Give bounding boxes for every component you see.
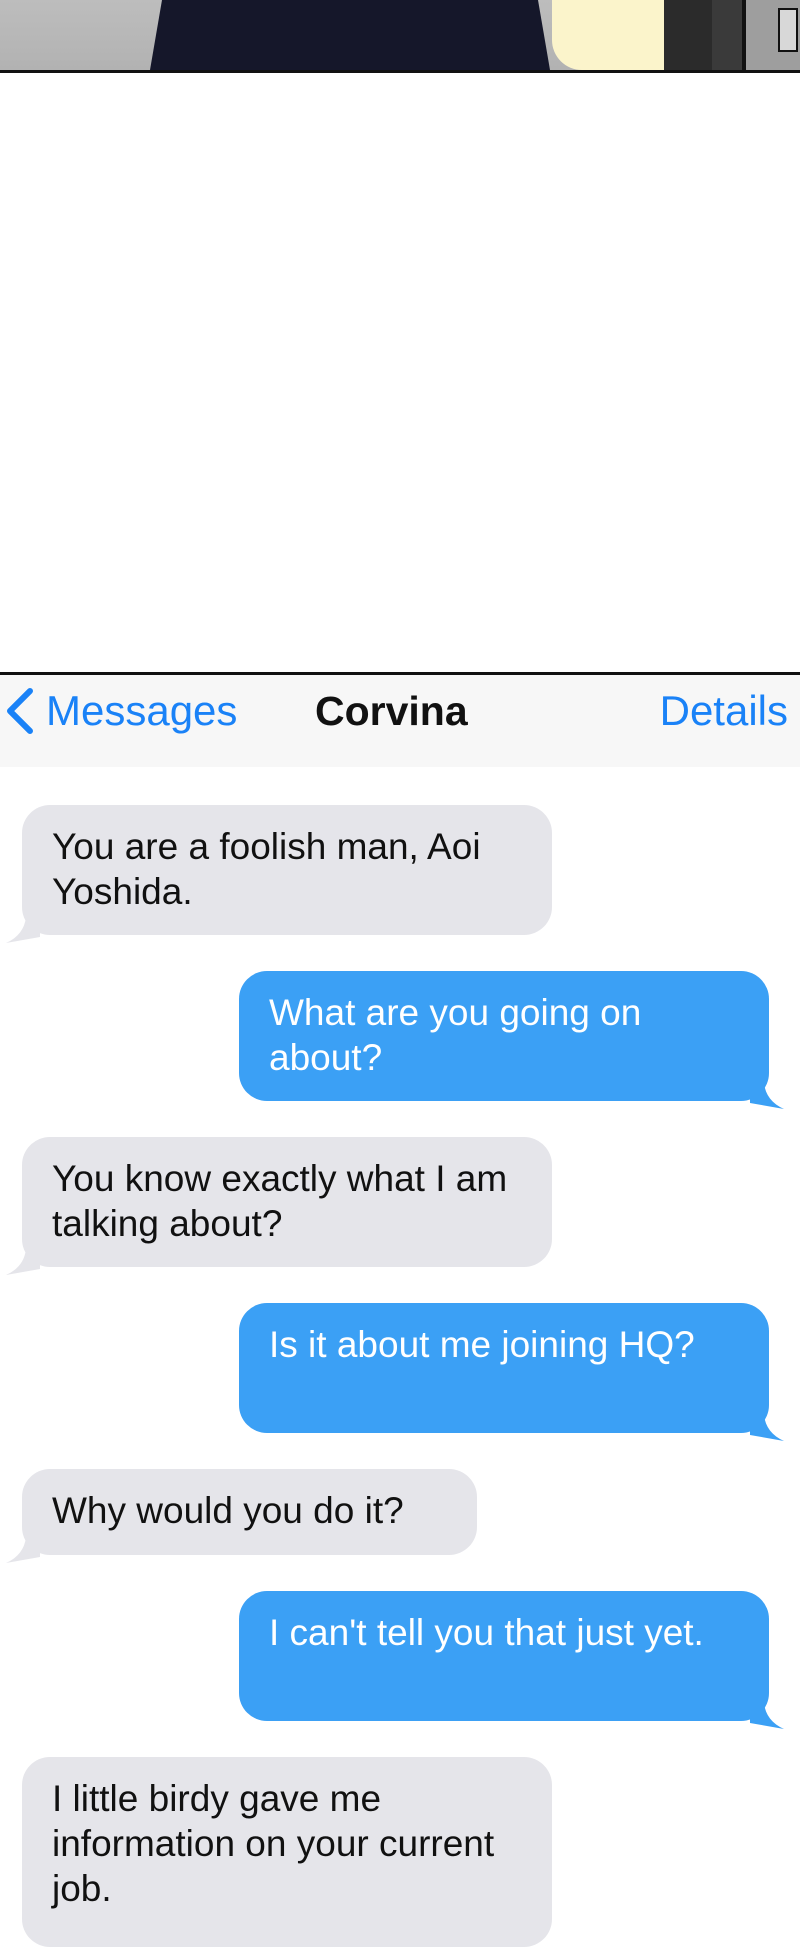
message-text: I can't tell you that just yet. [269,1612,704,1653]
message-bubble-incoming: I little birdy gave me information on yo… [22,1757,552,1947]
chevron-left-icon [7,688,33,734]
device-prop [778,8,798,52]
details-button[interactable]: Details [660,685,788,737]
bubble-tail [750,1415,784,1441]
chat-screen: Messages Corvina Details You are a fooli… [0,672,800,1947]
panel-shadow [664,0,712,70]
bubble-tail [750,1083,784,1109]
bubble-tail [6,1537,40,1563]
back-button-label: Messages [46,687,238,734]
back-button[interactable]: Messages [0,685,237,737]
character-hand [552,0,664,70]
comic-panel-illustration [0,0,800,73]
bubble-tail [750,1703,784,1729]
message-bubble-outgoing: What are you going on about? [239,971,769,1101]
message-text: You are a foolish man, Aoi Yoshida. [52,826,481,912]
message-bubble-incoming: You know exactly what I am talking about… [22,1137,552,1267]
message-bubble-outgoing: Is it about me joining HQ? [239,1303,769,1433]
message-text: Is it about me joining HQ? [269,1324,695,1365]
message-bubble-incoming: Why would you do it? [22,1469,477,1555]
panel-shadow-2 [712,0,742,70]
bubble-tail [6,1249,40,1275]
chat-navbar: Messages Corvina Details [0,675,800,767]
message-text: You know exactly what I am talking about… [52,1158,508,1244]
bubble-tail [6,917,40,943]
message-text: Why would you do it? [52,1490,404,1531]
conversation-title: Corvina [315,688,468,734]
message-text: What are you going on about? [269,992,642,1078]
character-suit [150,0,550,70]
message-bubble-incoming: You are a foolish man, Aoi Yoshida. [22,805,552,935]
message-text: I little birdy gave me information on yo… [52,1778,495,1909]
message-bubble-outgoing: I can't tell you that just yet. [239,1591,769,1721]
